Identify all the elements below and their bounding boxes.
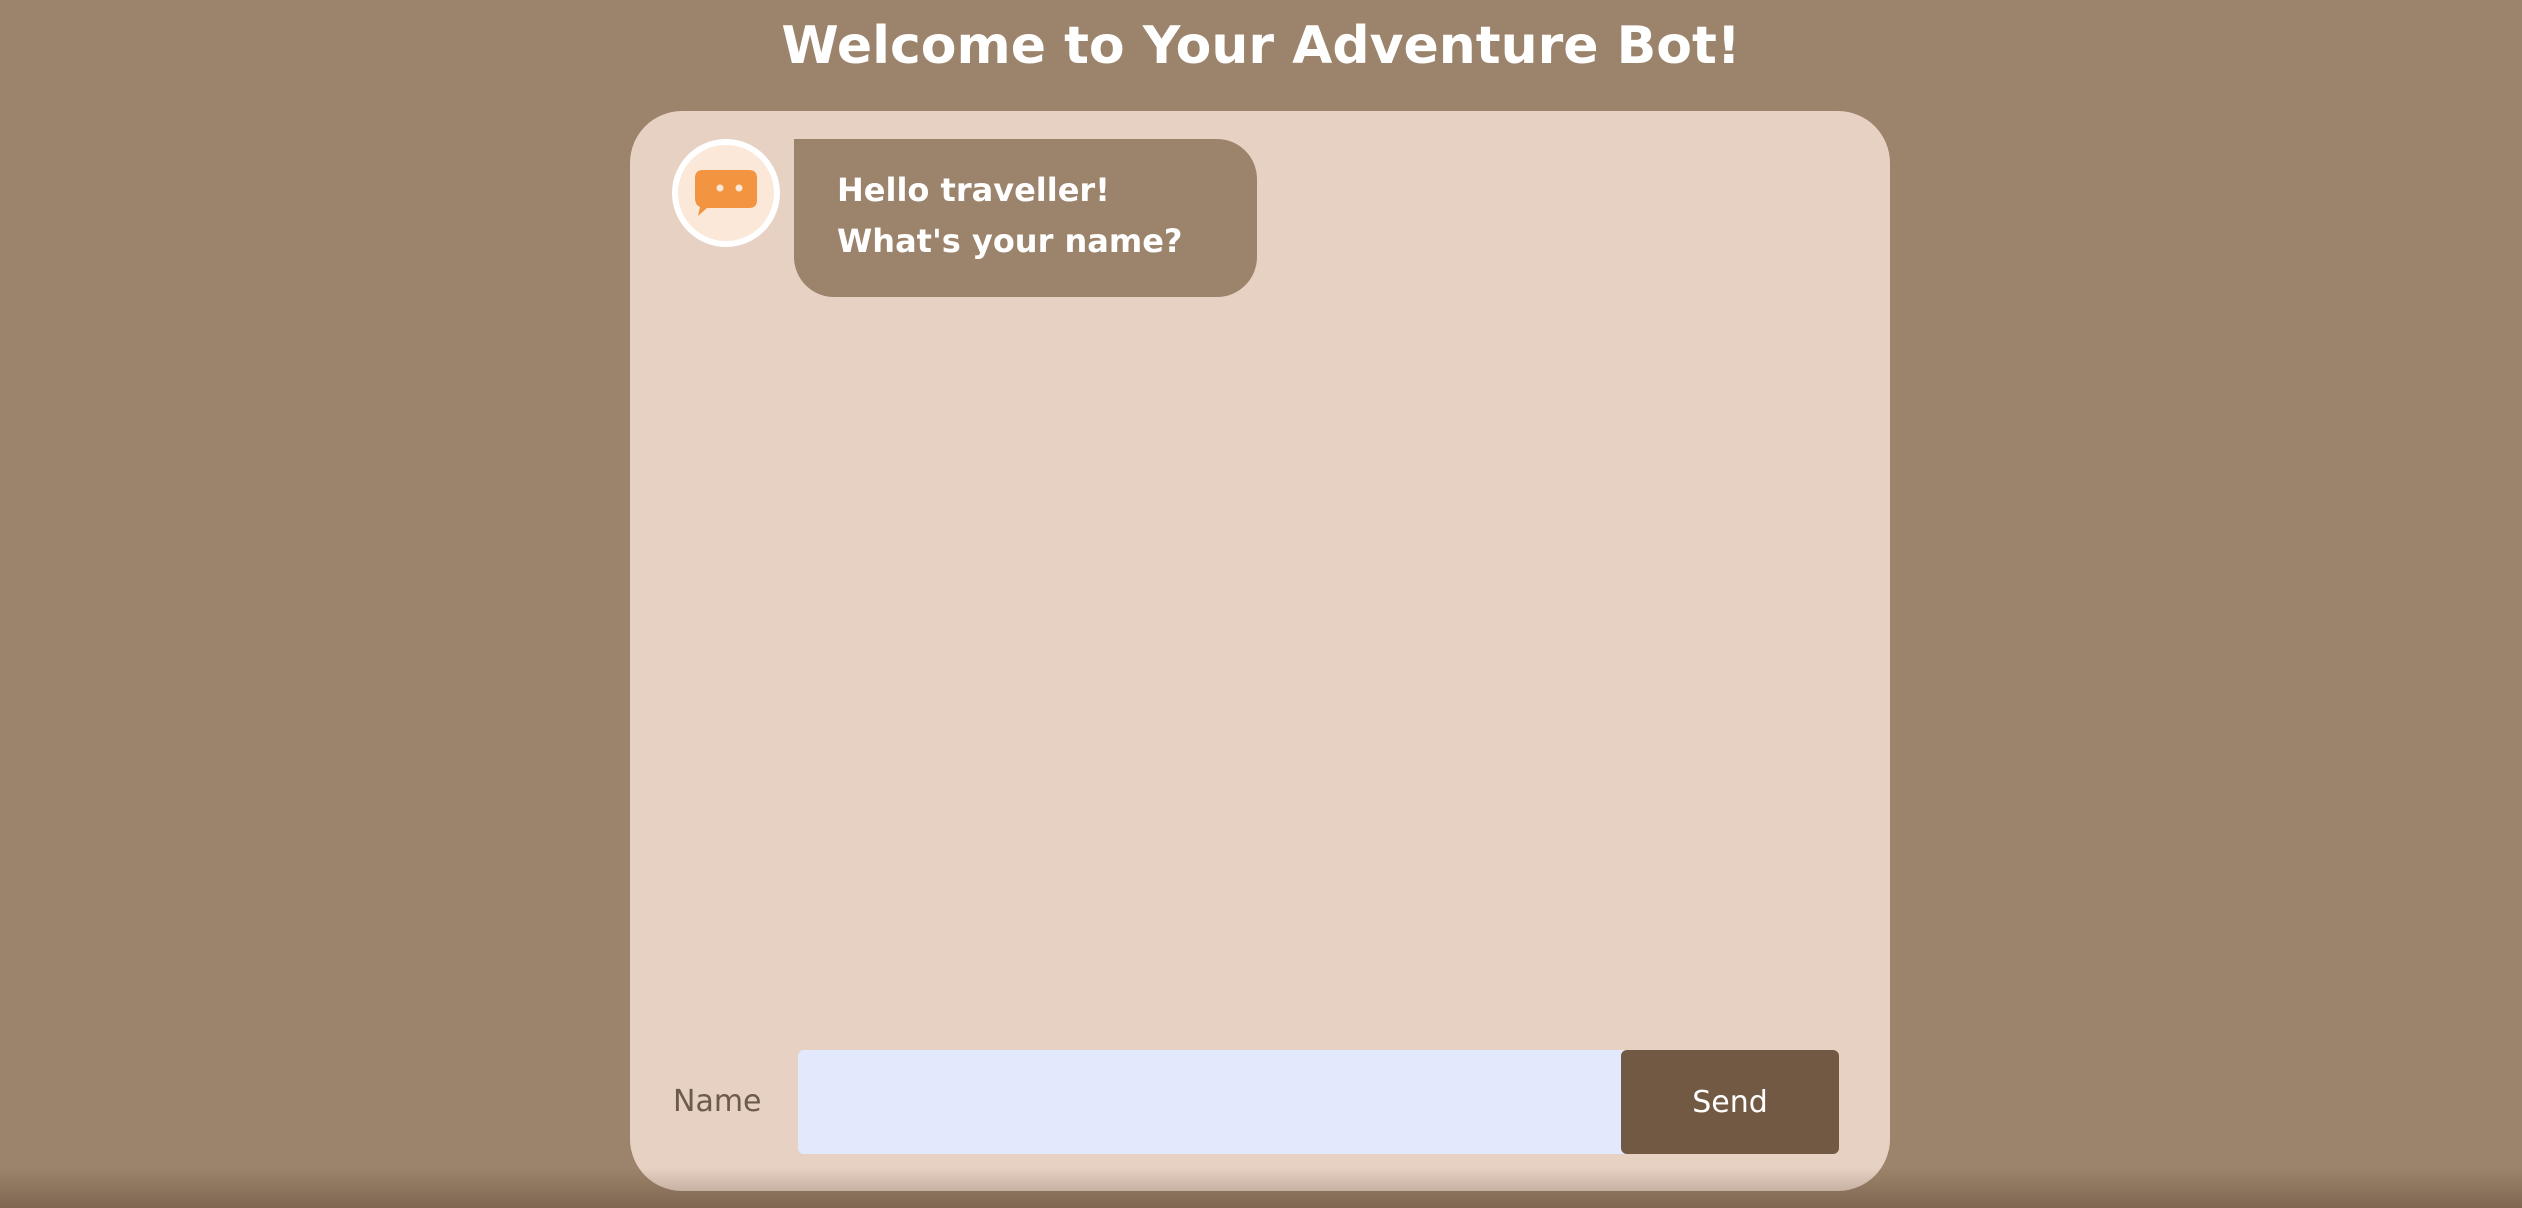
bottom-shadow xyxy=(0,1168,2522,1208)
bot-message-bubble: Hello traveller! What's your name? xyxy=(794,139,1257,297)
chat-container: Hello traveller! What's your name? Name … xyxy=(630,111,1890,1191)
chat-input-form: Name Send xyxy=(630,1050,1890,1154)
bot-avatar xyxy=(672,139,780,247)
send-button[interactable]: Send xyxy=(1621,1050,1839,1154)
name-label: Name xyxy=(673,1084,762,1119)
chat-bubble-icon xyxy=(695,170,757,216)
name-input[interactable] xyxy=(798,1050,1628,1154)
page-title: Welcome to Your Adventure Bot! xyxy=(781,16,1741,76)
bot-message: Hello traveller! What's your name? xyxy=(672,139,1257,297)
